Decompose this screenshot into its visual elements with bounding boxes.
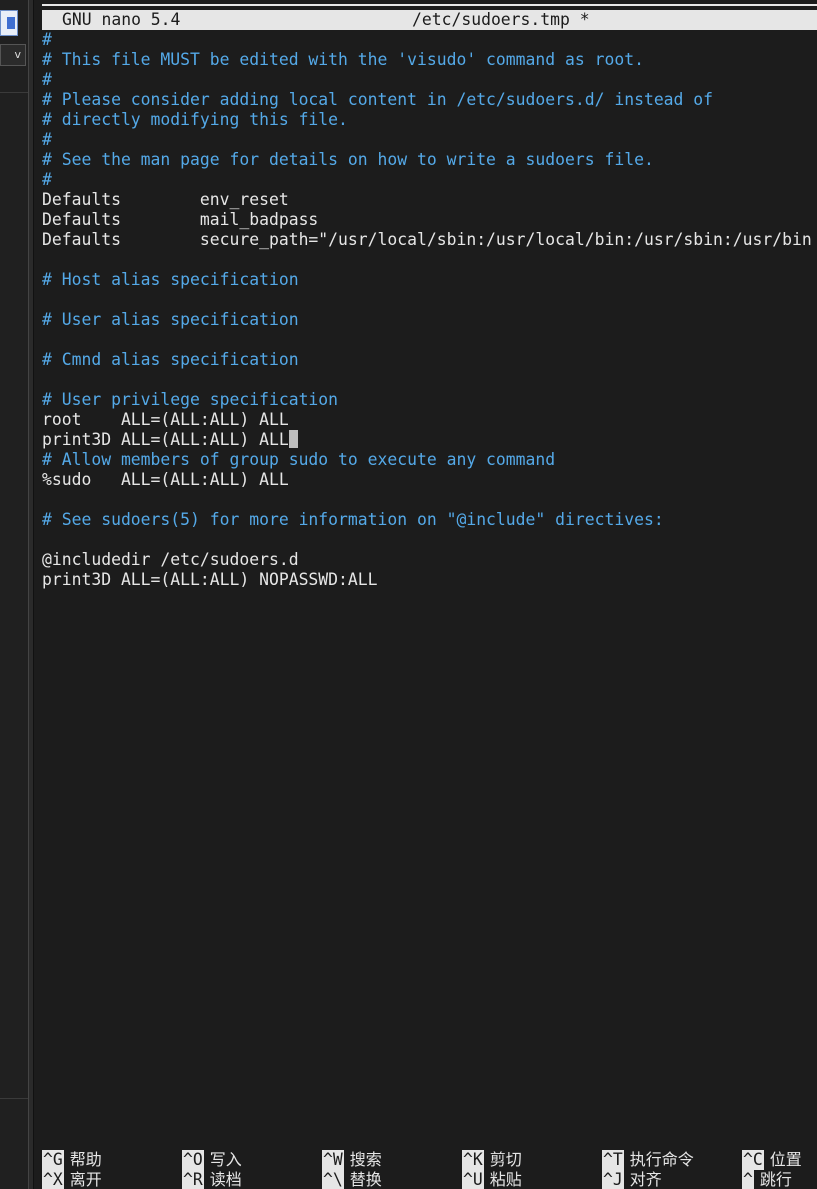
shortcut-label: 替换 (349, 1170, 382, 1189)
shortcut-label: 写入 (209, 1150, 242, 1169)
terminal-top-edge (34, 0, 817, 10)
shortcut-key: ^C (742, 1150, 764, 1170)
shortcut-label: 位置 (769, 1150, 802, 1169)
shortcut-key: ^O (182, 1150, 204, 1170)
file-name: /etc/sudoers.tmp * (412, 10, 590, 29)
shortcut-item[interactable]: ^U 粘贴 (462, 1170, 522, 1189)
shortcut-item[interactable]: ^W 搜索 (322, 1150, 382, 1170)
shortcut-item[interactable]: ^ 跳行 (742, 1170, 792, 1189)
comment-line[interactable]: # (42, 70, 52, 90)
shortcut-key: ^U (462, 1170, 484, 1189)
text-cursor (288, 430, 298, 448)
comment-line[interactable]: # (42, 170, 52, 190)
shortcut-key: ^R (182, 1170, 204, 1189)
shortcut-label: 剪切 (489, 1150, 522, 1169)
code-line[interactable]: root ALL=(ALL:ALL) ALL (42, 410, 289, 430)
shortcut-item[interactable]: ^\ 替换 (322, 1170, 382, 1189)
nano-title-bar: GNU nano 5.4 /etc/sudoers.tmp * (42, 10, 817, 30)
shortcut-label: 离开 (69, 1170, 102, 1189)
shortcut-label: 帮助 (69, 1150, 102, 1169)
comment-line[interactable]: # User privilege specification (42, 390, 338, 410)
shortcut-item[interactable]: ^C 位置 (742, 1150, 802, 1170)
shortcut-label: 粘贴 (489, 1170, 522, 1189)
code-line[interactable]: print3D ALL=(ALL:ALL) NOPASSWD:ALL (42, 570, 378, 590)
code-line[interactable]: Defaults env_reset (42, 190, 289, 210)
terminal-window[interactable]: GNU nano 5.4 /etc/sudoers.tmp * # # This … (34, 0, 817, 1189)
app-name: GNU nano 5.4 (62, 10, 181, 29)
shortcut-label: 执行命令 (629, 1150, 694, 1169)
shortcut-label: 搜索 (349, 1150, 382, 1169)
shortcut-key: ^X (42, 1170, 64, 1189)
panel-divider (0, 92, 28, 93)
code-line[interactable]: print3D ALL=(ALL:ALL) ALL (42, 430, 298, 450)
comment-line[interactable]: # See the man page for details on how to… (42, 150, 654, 170)
shortcut-item[interactable]: ^T 执行命令 (602, 1150, 694, 1170)
shortcut-item[interactable]: ^K 剪切 (462, 1150, 522, 1170)
shortcut-label: 对齐 (629, 1170, 662, 1189)
chevron-down-icon[interactable]: v (0, 44, 26, 66)
shortcut-label: 读档 (209, 1170, 242, 1189)
shortcut-key: ^\ (322, 1170, 344, 1189)
window-icon[interactable] (0, 10, 18, 36)
comment-line[interactable]: # (42, 30, 52, 50)
code-line[interactable]: @includedir /etc/sudoers.d (42, 550, 299, 570)
shortcut-label: 跳行 (759, 1170, 792, 1189)
code-line[interactable]: Defaults secure_path="/usr/local/sbin:/u… (42, 230, 812, 250)
code-line[interactable]: Defaults mail_badpass (42, 210, 318, 230)
shortcut-key: ^K (462, 1150, 484, 1170)
comment-line[interactable]: # Allow members of group sudo to execute… (42, 450, 555, 470)
code-line[interactable]: %sudo ALL=(ALL:ALL) ALL (42, 470, 289, 490)
shortcut-key: ^G (42, 1150, 64, 1170)
shortcut-item[interactable]: ^R 读档 (182, 1170, 242, 1189)
comment-line[interactable]: # See sudoers(5) for more information on… (42, 510, 664, 530)
comment-line[interactable]: # directly modifying this file. (42, 110, 348, 130)
shortcut-key: ^T (602, 1150, 624, 1170)
comment-line[interactable]: # Cmnd alias specification (42, 350, 299, 370)
comment-line[interactable]: # Please consider adding local content i… (42, 90, 713, 110)
comment-line[interactable]: # User alias specification (42, 310, 299, 330)
shortcut-item[interactable]: ^G 帮助 (42, 1150, 102, 1170)
left-side-panel: v (0, 0, 28, 1189)
shortcut-item[interactable]: ^J 对齐 (602, 1170, 662, 1189)
shortcut-key: ^W (322, 1150, 344, 1170)
shortcut-key: ^J (602, 1170, 624, 1189)
shortcut-item[interactable]: ^O 写入 (182, 1150, 242, 1170)
comment-line[interactable]: # Host alias specification (42, 270, 299, 290)
shortcut-item[interactable]: ^X 离开 (42, 1170, 102, 1189)
comment-line[interactable]: # This file MUST be edited with the 'vis… (42, 50, 644, 70)
shortcut-key: ^ (742, 1170, 754, 1189)
comment-line[interactable]: # (42, 130, 52, 150)
panel-divider (0, 1098, 28, 1099)
